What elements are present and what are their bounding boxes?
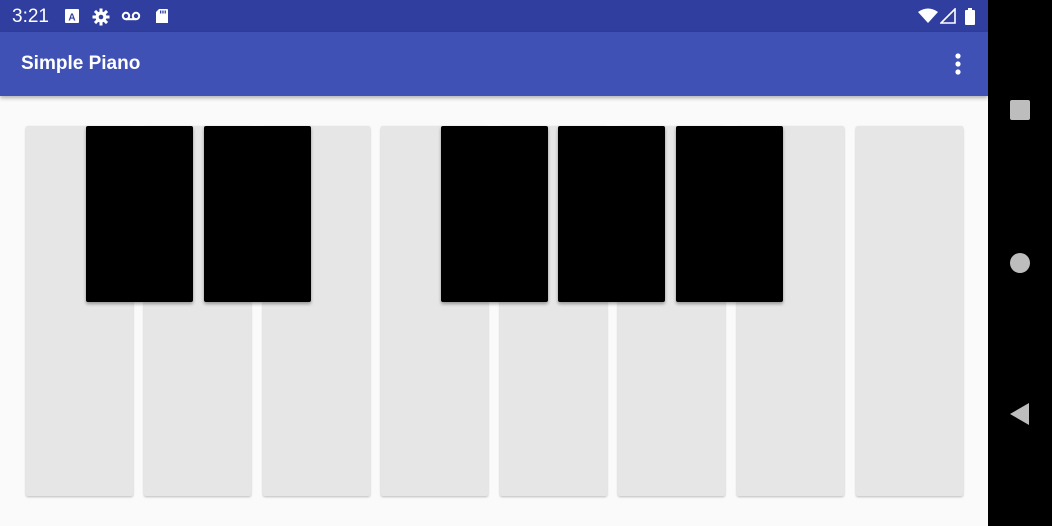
battery-icon: [964, 8, 976, 25]
black-key-2[interactable]: [204, 126, 311, 302]
navigation-bar: [988, 0, 1052, 526]
black-key-1[interactable]: [86, 126, 193, 302]
home-icon[interactable]: [1008, 251, 1032, 275]
piano-keyboard: [0, 96, 988, 526]
app-bar: Simple Piano: [0, 32, 988, 96]
black-key-5[interactable]: [676, 126, 783, 302]
white-key-8[interactable]: [856, 126, 963, 496]
status-bar: 3:21 A: [0, 0, 988, 32]
status-time: 3:21: [12, 6, 49, 27]
app-screen: 3:21 A Simple Piano: [0, 0, 988, 526]
back-icon[interactable]: [1008, 402, 1032, 426]
black-key-3[interactable]: [441, 126, 548, 302]
sd-card-icon: [154, 8, 170, 24]
font-a-icon: A: [64, 8, 80, 24]
black-key-4[interactable]: [558, 126, 665, 302]
app-title: Simple Piano: [21, 53, 141, 74]
gear-icon: [92, 8, 110, 26]
wifi-icon: [918, 8, 938, 24]
more-vert-icon[interactable]: [946, 50, 970, 78]
signal-icon: [939, 7, 956, 24]
svg-text:A: A: [68, 13, 75, 24]
recents-icon[interactable]: [1008, 98, 1032, 122]
voicemail-icon: [121, 8, 141, 24]
